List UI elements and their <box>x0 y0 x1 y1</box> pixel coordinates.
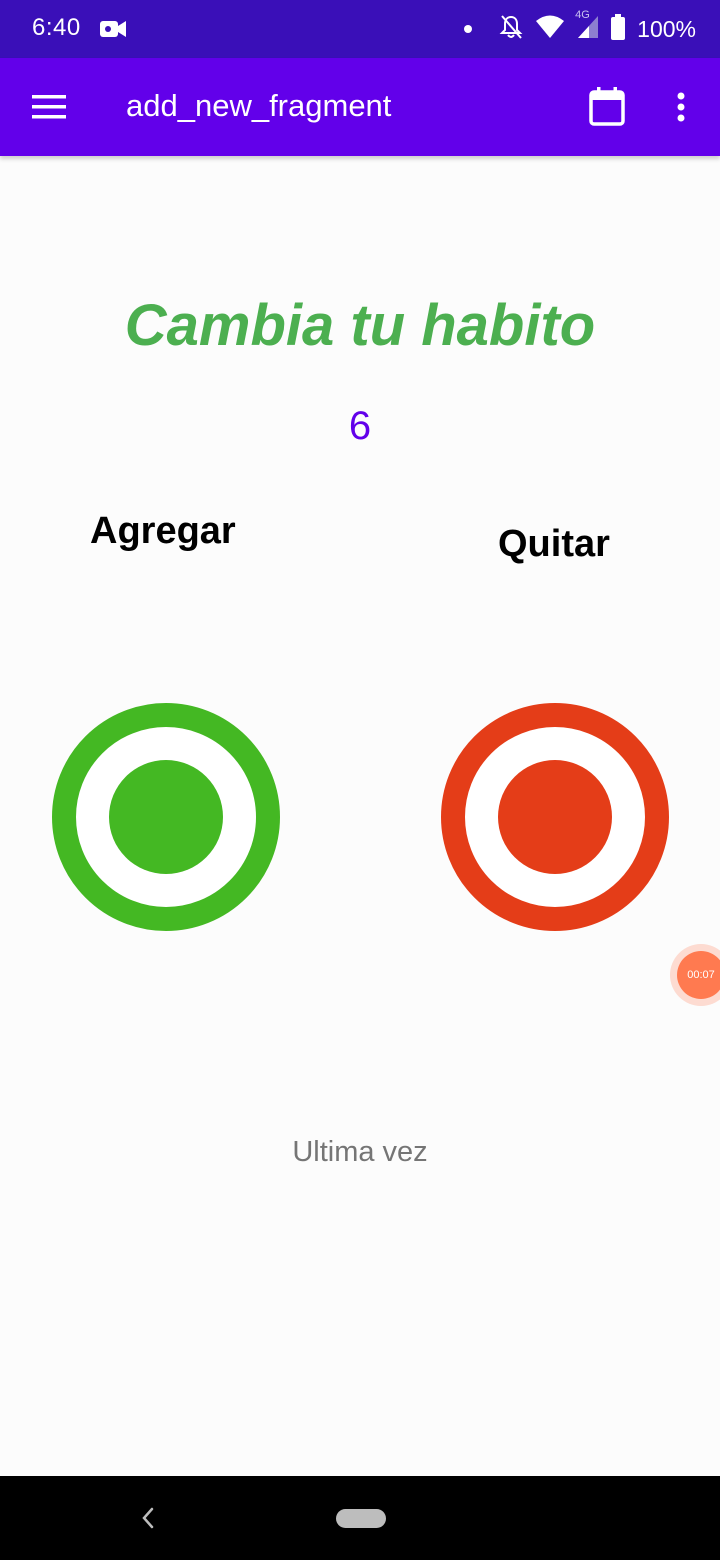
screen: 6:40 4G 100% add_new_fragment Cambia tu … <box>0 0 720 1560</box>
back-button[interactable] <box>130 1498 166 1538</box>
calendar-icon <box>589 87 625 126</box>
page-heading: Cambia tu habito <box>124 293 596 358</box>
menu-button[interactable] <box>24 83 74 131</box>
habit-counter: 6 <box>348 404 372 448</box>
status-time: 6:40 <box>32 14 81 41</box>
home-pill-icon[interactable] <box>336 1509 386 1528</box>
floating-recording-timer[interactable]: 00:07 <box>670 944 720 1006</box>
video-camera-icon <box>100 20 126 43</box>
app-bar: add_new_fragment <box>0 58 720 156</box>
status-icons: 4G 100% <box>463 9 696 45</box>
battery-percentage: 100% <box>637 16 696 42</box>
remove-button-dot <box>498 760 612 874</box>
cell-signal-icon: 4G <box>575 9 599 44</box>
status-bar: 6:40 4G 100% <box>0 0 720 58</box>
timer-text: 00:07 <box>677 951 720 999</box>
battery-icon <box>611 14 626 45</box>
menu-icon <box>32 95 66 119</box>
notifications-off-icon <box>499 14 523 45</box>
more-options-button[interactable] <box>660 84 702 130</box>
dot-icon <box>463 21 473 39</box>
network-type: 4G <box>575 9 590 21</box>
add-button-dot <box>109 760 223 874</box>
calendar-button[interactable] <box>584 84 630 130</box>
remove-button[interactable] <box>441 703 669 931</box>
wifi-icon <box>535 15 565 44</box>
navigation-bar <box>0 1476 720 1560</box>
add-button[interactable] <box>52 703 280 931</box>
remove-label: Quitar <box>498 523 610 565</box>
add-label: Agregar <box>90 510 236 552</box>
more-vert-icon <box>677 92 685 122</box>
last-time-label: Ultima vez <box>292 1136 428 1168</box>
app-title: add_new_fragment <box>126 88 392 123</box>
back-icon <box>142 1507 154 1529</box>
